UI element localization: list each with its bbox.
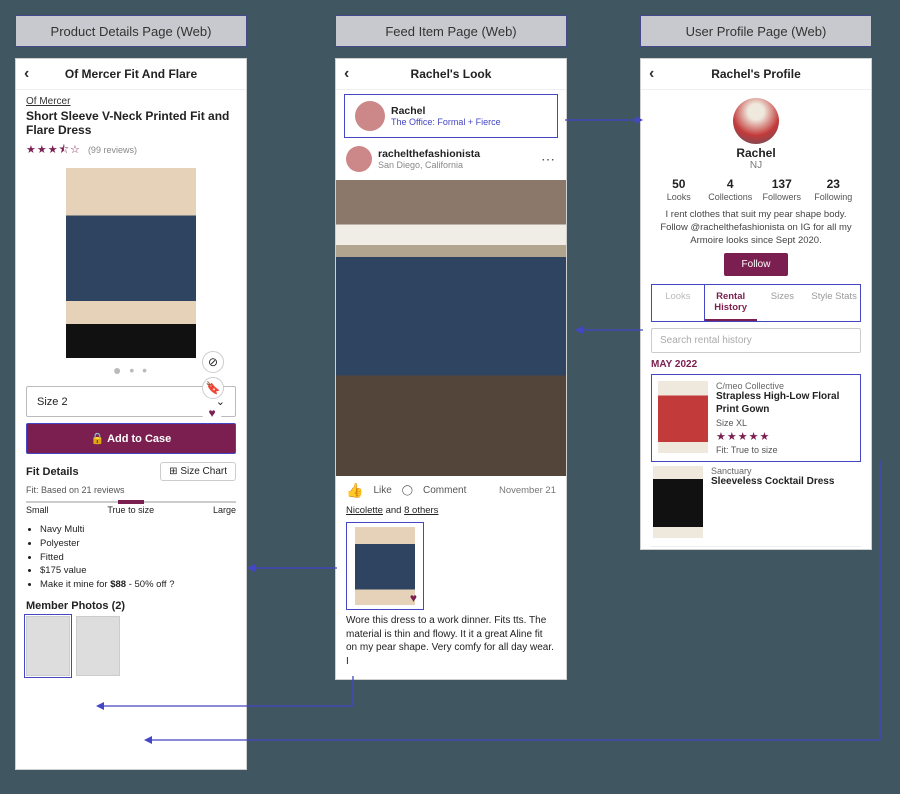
header-bar: ‹ Rachel's Profile (641, 59, 871, 90)
rental-size: Size XL (716, 418, 854, 428)
comment-icon[interactable]: ◯ (402, 485, 413, 496)
tagged-product-thumbnail[interactable]: ♥ (346, 522, 424, 610)
tab-sizes[interactable]: Sizes (757, 285, 809, 321)
rental-brand: Sanctuary (711, 466, 834, 476)
post-caption: Wore this dress to a work dinner. Fits t… (336, 614, 566, 676)
attr-item: Fitted (40, 551, 236, 565)
connector-arrow (247, 558, 339, 578)
rental-item[interactable]: Sanctuary Sleeveless Cocktail Dress (651, 462, 861, 547)
fit-label-true: True to size (107, 505, 154, 515)
stat-followers[interactable]: 137Followers (756, 177, 808, 203)
product-image (66, 168, 196, 358)
favorite-icon[interactable]: ♥ (410, 591, 417, 605)
feed-item-screen: ‹ Rachel's Look Rachel The Office: Forma… (335, 58, 567, 680)
rental-item[interactable]: C/meo Collective Strapless High-Low Flor… (651, 374, 861, 462)
stat-collections[interactable]: 4Collections (705, 177, 757, 203)
fit-label-large: Large (213, 505, 236, 515)
rental-image (653, 466, 703, 538)
action-icons: ⊘ 🔖 ♥ (202, 351, 224, 423)
author-location: San Diego, California (378, 160, 480, 170)
page-title: Rachel's Look (411, 67, 492, 81)
back-icon[interactable]: ‹ (344, 65, 349, 83)
header-bar: ‹ Rachel's Look (336, 59, 566, 90)
fit-meta: Fit: Based on 21 reviews (26, 485, 236, 495)
profile-screen: ‹ Rachel's Profile Rachel NJ 50Looks 4Co… (640, 58, 872, 550)
brand-link[interactable]: Of Mercer (26, 96, 236, 107)
dislike-icon[interactable]: ⊘ (202, 351, 224, 373)
follow-button[interactable]: Follow (724, 253, 789, 276)
add-to-case-button[interactable]: 🔒 Add to Case (26, 423, 236, 454)
attr-item: $175 value (40, 564, 236, 578)
rental-stars: ★★★★★ (716, 430, 854, 443)
look-photo[interactable] (336, 180, 566, 476)
product-details-screen: ‹ Of Mercer Fit And Flare Of Mercer Shor… (15, 58, 247, 770)
review-count[interactable]: (99 reviews) (88, 145, 137, 155)
back-icon[interactable]: ‹ (649, 65, 654, 83)
rental-fit: Fit: True to size (716, 445, 854, 455)
comment-label[interactable]: Comment (423, 485, 466, 496)
product-image-mini (355, 527, 415, 605)
member-photos-heading: Member Photos (2) (26, 600, 236, 612)
rental-image (658, 381, 708, 453)
author-handle[interactable]: rachelthefashionista (378, 148, 480, 160)
product-title: Short Sleeve V-Neck Printed Fit and Flar… (26, 109, 236, 137)
liker-name: Nicolette (346, 505, 383, 516)
header-bar: ‹ Of Mercer Fit And Flare (16, 59, 246, 90)
profile-bio: I rent clothes that suit my pear shape b… (651, 209, 861, 247)
attr-item: Navy Multi (40, 523, 236, 537)
column-label-profile: User Profile Page (Web) (640, 15, 872, 47)
size-chart-button[interactable]: ⊞ Size Chart (160, 462, 236, 481)
tab-rental-history[interactable]: Rental History (705, 285, 757, 321)
collection-name: The Office: Formal + Fierce (391, 117, 501, 127)
post-date: November 21 (499, 485, 556, 496)
profile-location: NJ (651, 160, 861, 171)
rental-name: Strapless High-Low Floral Print Gown (716, 391, 854, 416)
profile-avatar[interactable] (733, 98, 779, 144)
profile-name: Rachel (651, 146, 861, 160)
size-value: Size 2 (37, 396, 68, 408)
attr-item-price: Make it mine for $88 - 50% off ? (40, 578, 236, 592)
star-rating: ★★★⯪☆ (26, 144, 81, 156)
collection-author-link[interactable]: Rachel The Office: Formal + Fierce (344, 94, 558, 138)
post-author-row: rachelthefashionista San Diego, Californ… (336, 140, 566, 178)
product-attributes: Navy Multi Polyester Fitted $175 value M… (40, 523, 236, 592)
fit-label-small: Small (26, 505, 49, 515)
author-name: Rachel (391, 105, 501, 117)
back-icon[interactable]: ‹ (24, 65, 29, 83)
liker-others: 8 others (404, 505, 438, 516)
connector-arrow (575, 320, 645, 340)
page-title: Of Mercer Fit And Flare (65, 67, 197, 81)
like-icon[interactable]: 👍 (346, 482, 363, 499)
tab-style-stats[interactable]: Style Stats (808, 285, 860, 321)
connector-arrow (565, 110, 645, 130)
month-header: MAY 2022 (651, 359, 861, 370)
favorite-icon[interactable]: ♥ (202, 403, 222, 423)
member-photo-thumbnail[interactable] (76, 616, 120, 676)
avatar[interactable] (346, 146, 372, 172)
member-photo-row (26, 616, 236, 676)
fit-details-heading: Fit Details (26, 466, 79, 478)
search-input[interactable]: Search rental history (651, 328, 861, 353)
bookmark-icon[interactable]: 🔖 (202, 377, 224, 399)
tab-looks[interactable]: Looks (651, 285, 705, 321)
post-actions: 👍 Like ◯ Comment November 21 (336, 476, 566, 505)
column-label-product: Product Details Page (Web) (15, 15, 247, 47)
stat-looks[interactable]: 50Looks (653, 177, 705, 203)
profile-stats: 50Looks 4Collections 137Followers 23Foll… (651, 177, 861, 203)
avatar (355, 101, 385, 131)
rental-brand: C/meo Collective (716, 381, 854, 391)
like-label[interactable]: Like (373, 485, 391, 496)
stat-following[interactable]: 23Following (808, 177, 860, 203)
column-label-feed: Feed Item Page (Web) (335, 15, 567, 47)
liked-by-line[interactable]: Nicolette and 8 others (336, 505, 566, 520)
more-icon[interactable]: ⋯ (541, 151, 556, 168)
page-title: Rachel's Profile (711, 67, 801, 81)
attr-item: Polyester (40, 537, 236, 551)
rental-name: Sleeveless Cocktail Dress (711, 476, 834, 489)
profile-tabs: Looks Rental History Sizes Style Stats (651, 284, 861, 322)
member-photo-thumbnail[interactable] (26, 616, 70, 676)
fit-slider (26, 501, 236, 503)
